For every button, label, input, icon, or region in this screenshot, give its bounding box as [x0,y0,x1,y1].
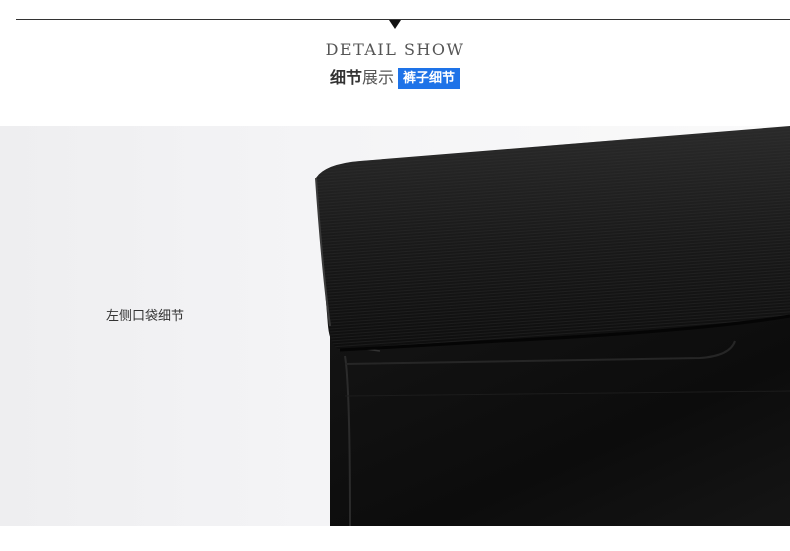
section-title-en: DETAIL SHOW [325,40,465,59]
triangle-down-icon [389,20,401,29]
section-title-cn-bold: 细节 [329,68,362,87]
header-divider [16,19,790,20]
category-tag: 裤子细节 [398,67,461,89]
section-title-cn-light: 展示 [361,68,394,87]
section-title-cn: 细节展示 裤子细节 [0,67,790,89]
photo-caption: 左侧口袋细节 [106,309,185,324]
product-detail-photo [0,126,790,526]
